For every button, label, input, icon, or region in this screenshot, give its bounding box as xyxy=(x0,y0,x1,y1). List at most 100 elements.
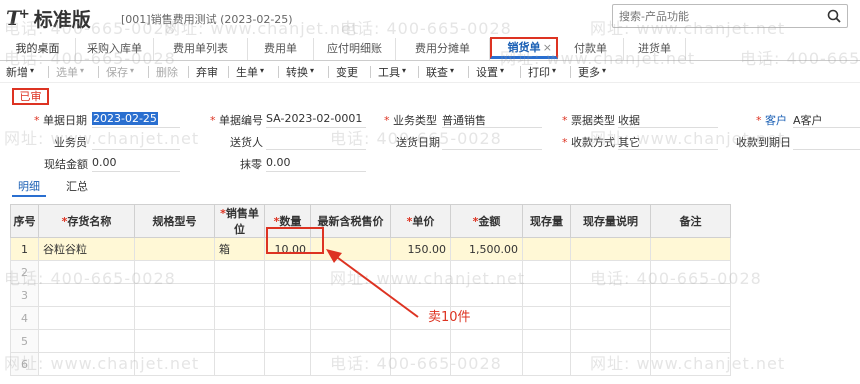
tab-expense[interactable]: 费用单 xyxy=(248,38,314,60)
table-cell[interactable] xyxy=(310,329,391,353)
table-cell[interactable] xyxy=(134,283,215,307)
table-cell[interactable] xyxy=(450,260,523,284)
table-cell[interactable] xyxy=(214,306,265,330)
table-cell[interactable] xyxy=(650,237,731,261)
deliverer-field[interactable] xyxy=(266,149,366,150)
cash-amount-field[interactable]: 0.00 xyxy=(92,156,117,169)
tab-expense-allocation[interactable]: 费用分摊单 xyxy=(396,38,490,60)
table-cell[interactable]: 谷粒谷粒 xyxy=(38,237,135,261)
table-cell[interactable] xyxy=(390,329,451,353)
toolbar-button[interactable]: 打印 xyxy=(528,64,550,80)
table-cell[interactable] xyxy=(650,352,731,376)
customer-field[interactable]: A客户 xyxy=(793,112,823,128)
table-cell[interactable] xyxy=(214,283,265,307)
column-header[interactable]: 规格型号 xyxy=(134,204,215,238)
table-cell[interactable] xyxy=(522,329,571,353)
table-cell[interactable] xyxy=(38,260,135,284)
table-cell[interactable] xyxy=(390,352,451,376)
chevron-down-icon[interactable]: ▾ xyxy=(500,66,504,75)
toolbar-button[interactable]: 删除 xyxy=(156,64,178,80)
chevron-down-icon[interactable]: ▾ xyxy=(602,66,606,75)
due-date-field[interactable] xyxy=(793,149,860,150)
pay-method-field[interactable]: 其它 xyxy=(618,134,640,150)
table-cell[interactable] xyxy=(650,306,731,330)
close-icon[interactable]: × xyxy=(543,39,552,57)
doc-no-field[interactable]: SA-2023-02-0001 xyxy=(266,112,362,125)
column-header[interactable]: *销售单位 xyxy=(214,204,265,238)
tab-payment[interactable]: 付款单 xyxy=(558,38,624,60)
tab-expense-list[interactable]: 费用单列表 xyxy=(154,38,248,60)
table-cell[interactable] xyxy=(214,352,265,376)
tab-desktop[interactable]: 我的桌面 xyxy=(0,38,76,60)
toolbar-button[interactable]: 弃审 xyxy=(196,64,218,80)
chevron-down-icon[interactable]: ▾ xyxy=(402,66,406,75)
table-cell[interactable] xyxy=(450,329,523,353)
salesman-field[interactable] xyxy=(92,149,180,150)
table-cell[interactable] xyxy=(38,306,135,330)
table-cell[interactable] xyxy=(570,306,651,330)
table-cell[interactable] xyxy=(38,283,135,307)
biz-type-field[interactable]: 普通销售 xyxy=(442,112,486,128)
column-header[interactable]: 现存量说明 xyxy=(570,204,651,238)
table-cell[interactable]: 箱 xyxy=(214,237,265,261)
toolbar-button[interactable]: 生单 xyxy=(236,64,258,80)
toolbar-button[interactable]: 更多 xyxy=(578,64,600,80)
table-row[interactable]: 5 xyxy=(10,329,731,353)
chevron-down-icon[interactable]: ▾ xyxy=(130,66,134,75)
table-cell[interactable] xyxy=(570,260,651,284)
table-cell[interactable] xyxy=(450,283,523,307)
column-header[interactable]: 备注 xyxy=(650,204,731,238)
tab-purchase-receipt[interactable]: 采购入库单 xyxy=(76,38,154,60)
table-cell[interactable] xyxy=(134,329,215,353)
table-cell[interactable] xyxy=(650,260,731,284)
rounding-field[interactable]: 0.00 xyxy=(266,156,291,169)
table-row[interactable]: 6 xyxy=(10,352,731,376)
chevron-down-icon[interactable]: ▾ xyxy=(450,66,454,75)
toolbar-button[interactable]: 工具 xyxy=(378,64,400,80)
table-cell[interactable] xyxy=(522,306,571,330)
toolbar-button[interactable]: 转换 xyxy=(286,64,308,80)
table-cell[interactable] xyxy=(522,352,571,376)
table-cell[interactable] xyxy=(264,352,311,376)
table-cell[interactable] xyxy=(264,260,311,284)
table-cell[interactable] xyxy=(570,329,651,353)
toolbar-button[interactable]: 选单 xyxy=(56,64,78,80)
tab-purchase-order[interactable]: 进货单 xyxy=(624,38,686,60)
table-cell[interactable] xyxy=(570,283,651,307)
table-cell[interactable] xyxy=(522,237,571,261)
table-cell[interactable] xyxy=(264,283,311,307)
toolbar-button[interactable]: 新增 xyxy=(6,64,28,80)
table-cell[interactable] xyxy=(134,237,215,261)
table-cell[interactable] xyxy=(570,237,651,261)
table-cell[interactable] xyxy=(570,352,651,376)
delivery-date-field[interactable] xyxy=(442,149,542,150)
tab-payable-ledger[interactable]: 应付明细账 xyxy=(314,38,396,60)
column-header[interactable]: *存货名称 xyxy=(38,204,135,238)
table-cell[interactable] xyxy=(38,329,135,353)
chevron-down-icon[interactable]: ▾ xyxy=(260,66,264,75)
column-header[interactable]: *单价 xyxy=(390,204,451,238)
search-icon[interactable] xyxy=(827,9,841,23)
search-input[interactable] xyxy=(619,7,819,25)
table-cell[interactable] xyxy=(650,329,731,353)
table-cell[interactable] xyxy=(134,352,215,376)
column-header[interactable]: 序号 xyxy=(10,204,39,238)
table-cell[interactable] xyxy=(650,283,731,307)
date-field[interactable]: 2023-02-25 xyxy=(92,112,158,125)
table-cell[interactable] xyxy=(264,306,311,330)
toolbar-button[interactable]: 设置 xyxy=(476,64,498,80)
toolbar-button[interactable]: 变更 xyxy=(336,64,358,80)
table-cell[interactable] xyxy=(522,283,571,307)
column-header[interactable]: 现存量 xyxy=(522,204,571,238)
chevron-down-icon[interactable]: ▾ xyxy=(552,66,556,75)
chevron-down-icon[interactable]: ▾ xyxy=(80,66,84,75)
table-cell[interactable] xyxy=(134,260,215,284)
table-cell[interactable] xyxy=(264,329,311,353)
table-cell[interactable] xyxy=(450,352,523,376)
search-box[interactable] xyxy=(612,4,848,28)
table-cell[interactable] xyxy=(38,352,135,376)
invoice-type-field[interactable]: 收据 xyxy=(618,112,640,128)
table-cell[interactable] xyxy=(214,329,265,353)
column-header[interactable]: *金额 xyxy=(450,204,523,238)
chevron-down-icon[interactable]: ▾ xyxy=(30,66,34,75)
